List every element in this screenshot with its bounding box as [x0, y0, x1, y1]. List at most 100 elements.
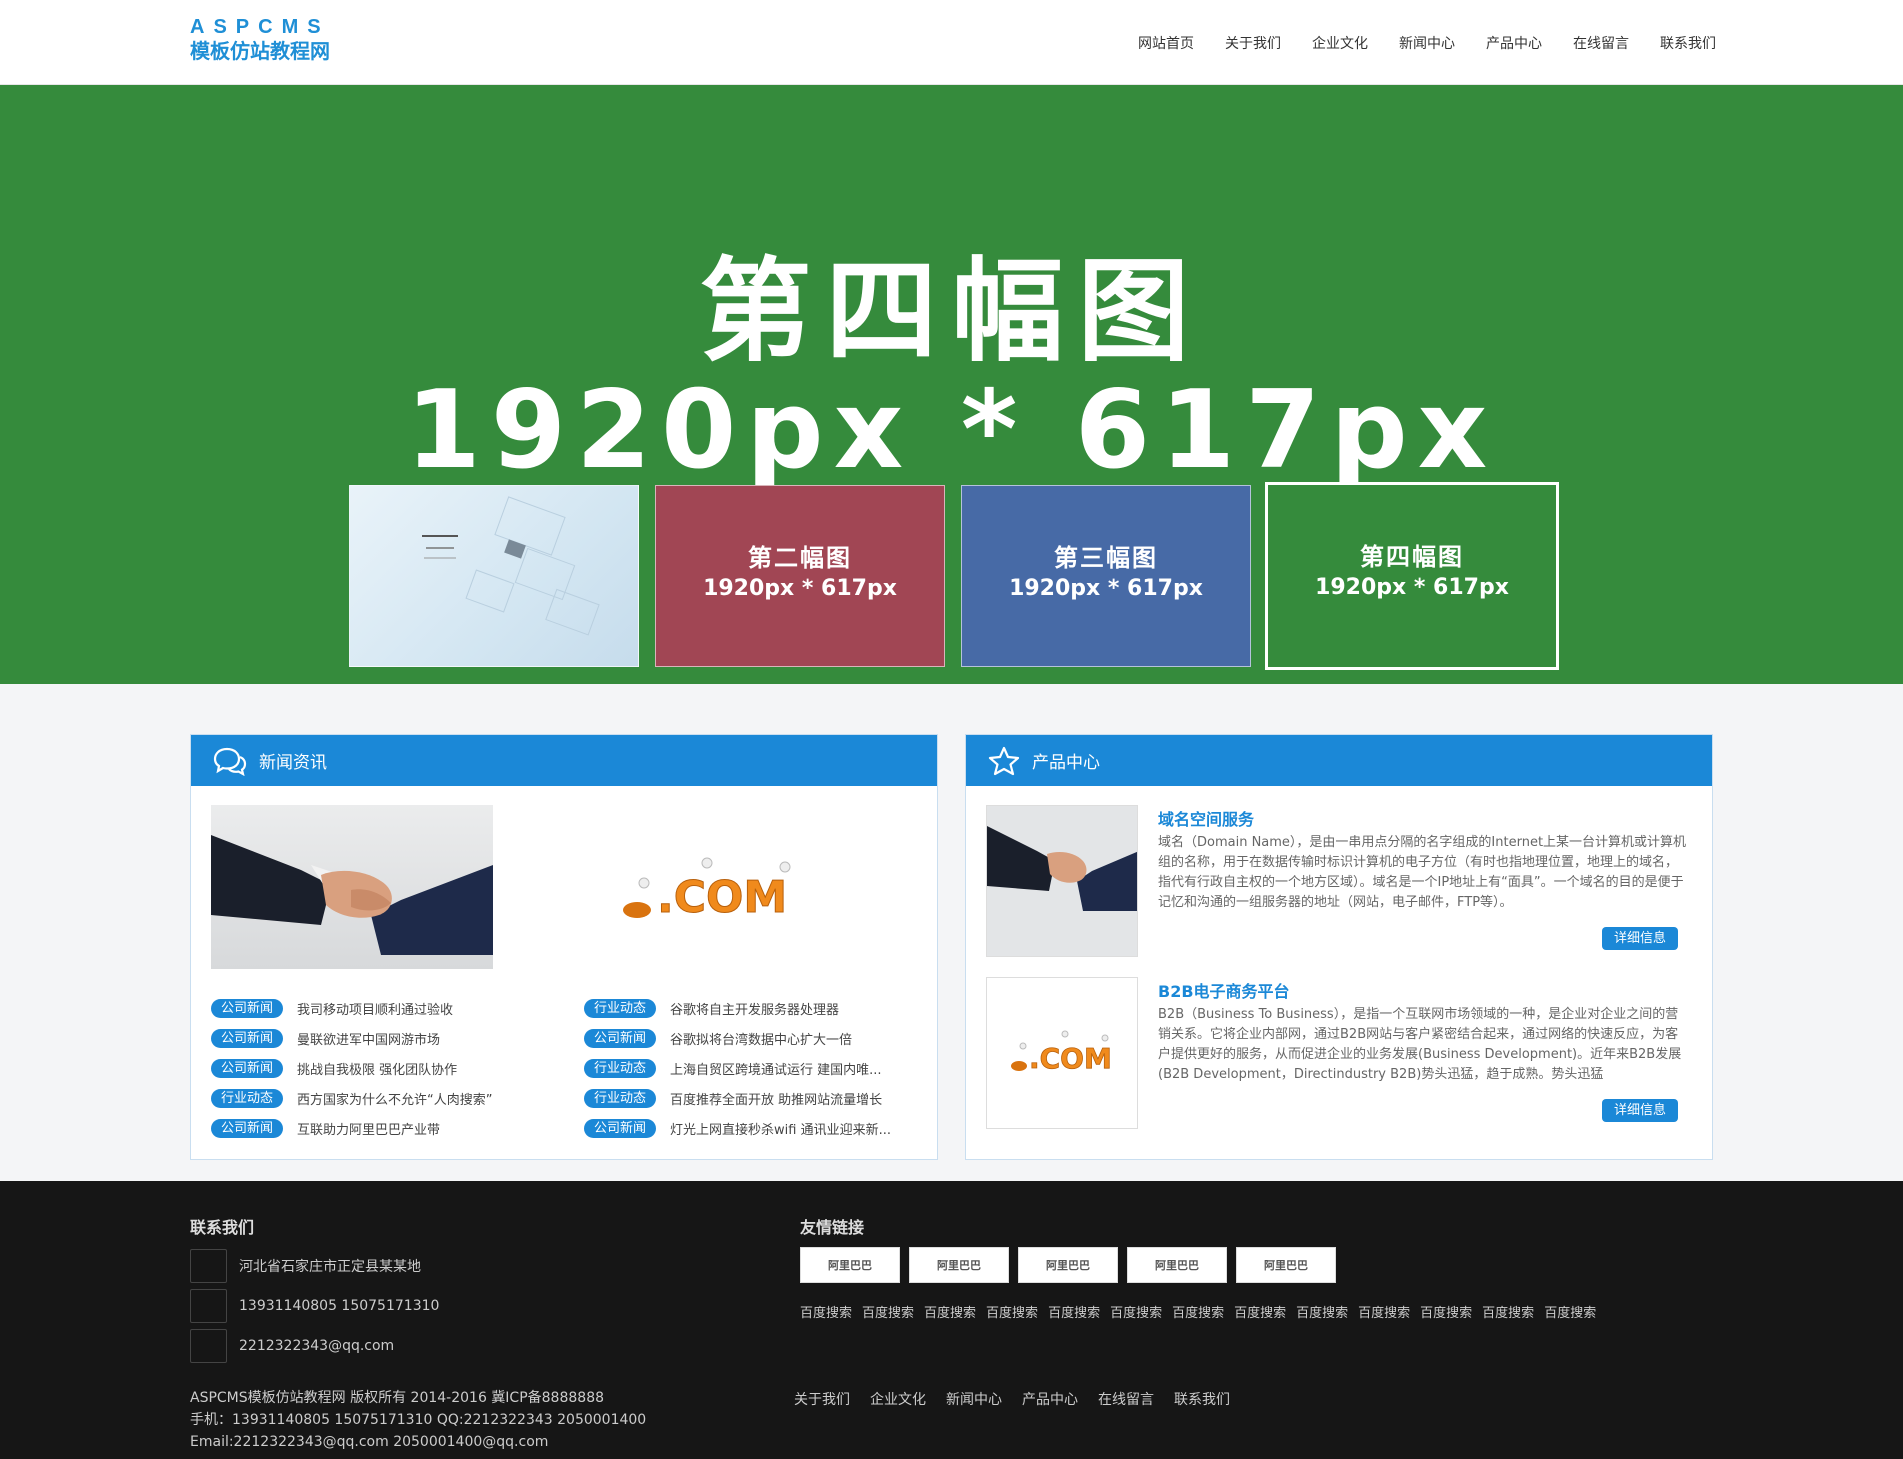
banner-thumb-4[interactable]: 第四幅图 1920px * 617px	[1265, 482, 1559, 670]
footer-nav: 关于我们 企业文化 新闻中心 产品中心 在线留言 联系我们	[794, 1389, 1230, 1409]
friend-link[interactable]: 百度搜索	[1172, 1302, 1224, 1321]
news-title[interactable]: 灯光上网直接秒杀wifi 通讯业迎来新...	[670, 1119, 915, 1138]
news-tag[interactable]: 公司新闻	[211, 1058, 284, 1078]
friend-link[interactable]: 百度搜索	[1544, 1302, 1596, 1321]
list-item[interactable]: 行业动态 西方国家为什么不允许“人肉搜索”	[211, 1083, 542, 1113]
news-title[interactable]: 上海自贸区跨境通试运行 建国内唯...	[670, 1059, 915, 1078]
news-title[interactable]: 我司移动项目顺利通过验收	[297, 999, 542, 1018]
alibaba-link-logo[interactable]: 阿里巴巴	[1018, 1247, 1118, 1283]
news-panel-title: 新闻资讯	[259, 753, 327, 773]
footer-nav-message[interactable]: 在线留言	[1098, 1389, 1154, 1409]
banner-thumbnails: 第二幅图 1920px * 617px 第三幅图 1920px * 617px …	[349, 482, 1559, 670]
news-title[interactable]: 曼联欲进军中国网游市场	[297, 1029, 542, 1048]
thumb-3-size: 1920px * 617px	[1009, 576, 1203, 601]
product-description: 域名（Domain Name），是由一串用点分隔的名字组成的Internet上某…	[1158, 835, 1687, 910]
list-item[interactable]: 公司新闻 灯光上网直接秒杀wifi 通讯业迎来新...	[584, 1113, 915, 1143]
news-image-com[interactable]: .COM	[577, 805, 859, 969]
product-title[interactable]: B2B电子商务平台	[1158, 978, 1290, 1002]
footer-nav-contact[interactable]: 联系我们	[1174, 1389, 1230, 1409]
friend-link[interactable]: 百度搜索	[924, 1302, 976, 1321]
handshake-graphic	[987, 806, 1137, 956]
alibaba-link-logo[interactable]: 阿里巴巴	[909, 1247, 1009, 1283]
product-description: B2B（Business To Business），是指一个互联网市场领域的一种…	[1158, 1007, 1682, 1082]
nav-home[interactable]: 网站首页	[1138, 33, 1194, 53]
list-item[interactable]: 公司新闻 互联助力阿里巴巴产业带	[211, 1113, 542, 1143]
news-title[interactable]: 互联助力阿里巴巴产业带	[297, 1119, 542, 1138]
details-button[interactable]: 详细信息	[1601, 927, 1678, 950]
products-panel-title: 产品中心	[1032, 753, 1100, 773]
logo-top-text: ASPCMS	[190, 16, 330, 38]
links-heading: 友情链接	[800, 1218, 865, 1237]
list-item[interactable]: 公司新闻 曼联欲进军中国网游市场	[211, 1023, 542, 1053]
thumb-3-title: 第三幅图	[1054, 544, 1158, 572]
nav-message[interactable]: 在线留言	[1573, 33, 1629, 53]
banner-thumb-2[interactable]: 第二幅图 1920px * 617px	[655, 485, 945, 667]
friend-text-links: 百度搜索 百度搜索 百度搜索 百度搜索 百度搜索 百度搜索 百度搜索 百度搜索 …	[800, 1302, 1596, 1321]
chat-bubbles-icon	[213, 747, 247, 776]
footer-nav-culture[interactable]: 企业文化	[870, 1389, 926, 1409]
friend-link[interactable]: 百度搜索	[1482, 1302, 1534, 1321]
hero-banner[interactable]: 第四幅图 1920px * 617px 第二幅图 1920px * 617px	[0, 85, 1903, 684]
product-title[interactable]: 域名空间服务	[1158, 806, 1254, 830]
list-item[interactable]: 行业动态 上海自贸区跨境通试运行 建国内唯...	[584, 1053, 915, 1083]
link-logo-text: 阿里巴巴	[1264, 1259, 1308, 1272]
footer-nav-news[interactable]: 新闻中心	[946, 1389, 1002, 1409]
thumb-2-size: 1920px * 617px	[703, 576, 897, 601]
news-title[interactable]: 谷歌将自主开发服务器处理器	[670, 999, 915, 1018]
copyright-line: 手机：13931140805 15075171310 QQ:2212322343…	[190, 1412, 647, 1428]
list-item[interactable]: 公司新闻 我司移动项目顺利通过验收	[211, 993, 542, 1023]
nav-products[interactable]: 产品中心	[1486, 33, 1542, 53]
nav-news[interactable]: 新闻中心	[1399, 33, 1455, 53]
alibaba-link-logo[interactable]: 阿里巴巴	[1236, 1247, 1336, 1283]
link-logo-text: 阿里巴巴	[1155, 1259, 1199, 1272]
nav-contact[interactable]: 联系我们	[1660, 33, 1716, 53]
news-tag[interactable]: 公司新闻	[211, 998, 284, 1018]
footer-nav-products[interactable]: 产品中心	[1022, 1389, 1078, 1409]
list-item[interactable]: 行业动态 百度推荐全面开放 助推网站流量增长	[584, 1083, 915, 1113]
banner-title: 第四幅图	[699, 247, 1204, 377]
news-tag[interactable]: 公司新闻	[584, 1118, 657, 1138]
news-title[interactable]: 挑战自我极限 强化团队协作	[297, 1059, 542, 1078]
footer-nav-about[interactable]: 关于我们	[794, 1389, 850, 1409]
list-item[interactable]: 公司新闻 挑战自我极限 强化团队协作	[211, 1053, 542, 1083]
com-text: .COM	[657, 872, 787, 923]
friend-link[interactable]: 百度搜索	[1110, 1302, 1162, 1321]
news-panel-header: 新闻资讯	[191, 735, 937, 786]
news-title[interactable]: 西方国家为什么不允许“人肉搜索”	[297, 1089, 542, 1108]
site-logo[interactable]: ASPCMS 模板仿站教程网	[190, 16, 370, 68]
news-tag[interactable]: 行业动态	[211, 1088, 284, 1108]
banner-thumb-3[interactable]: 第三幅图 1920px * 617px	[961, 485, 1251, 667]
news-tag[interactable]: 行业动态	[584, 1058, 657, 1078]
contact-email: 2212322343@qq.com	[190, 1329, 394, 1363]
list-item[interactable]: 公司新闻 谷歌拟将台湾数据中心扩大一倍	[584, 1023, 915, 1053]
news-tag[interactable]: 公司新闻	[211, 1028, 284, 1048]
news-tag[interactable]: 公司新闻	[211, 1118, 284, 1138]
news-title[interactable]: 百度推荐全面开放 助推网站流量增长	[670, 1089, 915, 1108]
handshake-graphic	[211, 835, 493, 955]
friend-link[interactable]: 百度搜索	[1048, 1302, 1100, 1321]
friend-link[interactable]: 百度搜索	[1296, 1302, 1348, 1321]
alibaba-link-logo[interactable]: 阿里巴巴	[800, 1247, 900, 1283]
friend-link[interactable]: 百度搜索	[1358, 1302, 1410, 1321]
banner-thumb-1[interactable]	[349, 485, 639, 667]
friend-link[interactable]: 百度搜索	[986, 1302, 1038, 1321]
list-item[interactable]: 行业动态 谷歌将自主开发服务器处理器	[584, 993, 915, 1023]
news-tag[interactable]: 公司新闻	[584, 1028, 657, 1048]
contact-heading: 联系我们	[190, 1218, 255, 1237]
news-title[interactable]: 谷歌拟将台湾数据中心扩大一倍	[670, 1029, 915, 1048]
com-text: .COM	[1029, 1042, 1112, 1075]
nav-culture[interactable]: 企业文化	[1312, 33, 1368, 53]
alibaba-link-logo[interactable]: 阿里巴巴	[1127, 1247, 1227, 1283]
product-image-com[interactable]: .COM	[986, 977, 1138, 1129]
friend-link[interactable]: 百度搜索	[862, 1302, 914, 1321]
news-image-handshake[interactable]	[211, 805, 493, 969]
friend-link[interactable]: 百度搜索	[800, 1302, 852, 1321]
news-tag[interactable]: 行业动态	[584, 998, 657, 1018]
phone-icon	[190, 1289, 227, 1323]
friend-link[interactable]: 百度搜索	[1420, 1302, 1472, 1321]
details-button[interactable]: 详细信息	[1601, 1099, 1678, 1122]
nav-about[interactable]: 关于我们	[1225, 33, 1281, 53]
news-tag[interactable]: 行业动态	[584, 1088, 657, 1108]
product-image-handshake[interactable]	[986, 805, 1138, 957]
friend-link[interactable]: 百度搜索	[1234, 1302, 1286, 1321]
